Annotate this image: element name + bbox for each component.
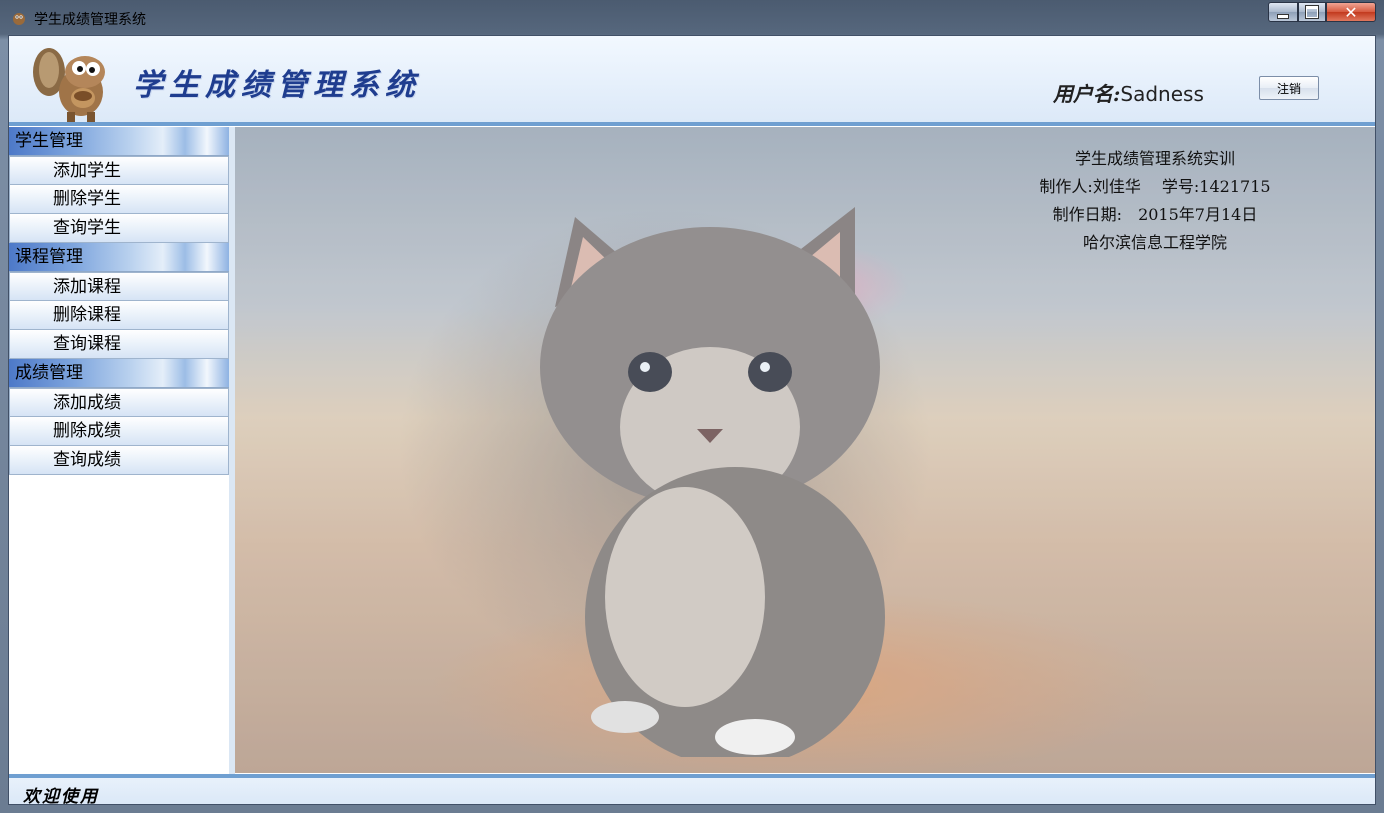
kitten-background-image <box>540 207 885 757</box>
nav-group-score[interactable]: 成绩管理 <box>9 359 229 388</box>
nav-item-delete-student[interactable]: 删除学生 <box>9 185 229 214</box>
nav-item-add-score[interactable]: 添加成绩 <box>9 388 229 417</box>
minimize-button[interactable] <box>1268 2 1298 22</box>
squirrel-icon <box>13 13 25 25</box>
info-date: 制作日期: 2015年7月14日 <box>1052 205 1258 224</box>
nav-group-student[interactable]: 学生管理 <box>9 127 229 156</box>
minimize-icon <box>1277 13 1289 19</box>
info-school: 哈尔滨信息工程学院 <box>1082 233 1227 252</box>
info-author: 制作人:刘佳华 学号:1421715 <box>1039 177 1271 196</box>
sidebar-nav: 学生管理 添加学生 删除学生 查询学生 课程管理 添加课程 删除课程 查询课程 … <box>9 127 235 776</box>
status-text: 欢迎使用 <box>23 787 99 807</box>
nav-group-score-items: 添加成绩 删除成绩 查询成绩 <box>9 388 229 475</box>
client-area: 学生成绩管理系统 用户名:Sadness 注销 学生管理 添加学生 删除学生 查… <box>8 35 1376 807</box>
nav-item-query-score[interactable]: 查询成绩 <box>9 446 229 475</box>
logout-button[interactable]: 注销 <box>1259 76 1319 100</box>
main-content: 学生成绩管理系统实训 制作人:刘佳华 学号:1421715 制作日期: 2015… <box>235 127 1375 773</box>
nav-item-add-student[interactable]: 添加学生 <box>9 156 229 185</box>
close-button[interactable]: ✕ <box>1326 2 1376 22</box>
nav-item-query-course[interactable]: 查询课程 <box>9 330 229 359</box>
app-logo-title: 学生成绩管理系统 <box>133 68 421 103</box>
nav-item-delete-course[interactable]: 删除课程 <box>9 301 229 330</box>
nav-item-query-student[interactable]: 查询学生 <box>9 214 229 243</box>
user-name: Sadness <box>1120 82 1204 106</box>
project-info: 学生成绩管理系统实训 制作人:刘佳华 学号:1421715 制作日期: 2015… <box>995 145 1315 257</box>
squirrel-mascot-image <box>33 48 105 122</box>
info-course-title: 学生成绩管理系统实训 <box>1074 149 1235 168</box>
status-bar: 欢迎使用 <box>9 774 1375 807</box>
nav-group-course-items: 添加课程 删除课程 查询课程 <box>9 272 229 359</box>
caption-buttons: ✕ <box>1268 2 1376 24</box>
nav-item-delete-score[interactable]: 删除成绩 <box>9 417 229 446</box>
user-info: 用户名:Sadness <box>1053 78 1204 107</box>
user-label: 用户名: <box>1053 82 1121 106</box>
close-icon: ✕ <box>1344 2 1358 22</box>
title-bar[interactable]: 学生成绩管理系统 ✕ <box>0 0 1384 34</box>
nav-item-add-course[interactable]: 添加课程 <box>9 272 229 301</box>
nav-group-student-items: 添加学生 删除学生 查询学生 <box>9 156 229 243</box>
nav-group-course[interactable]: 课程管理 <box>9 243 229 272</box>
maximize-button[interactable] <box>1298 2 1326 22</box>
maximize-icon <box>1306 6 1318 18</box>
app-header: 学生成绩管理系统 用户名:Sadness 注销 <box>9 36 1375 126</box>
app-window: 学生成绩管理系统 ✕ 学生成绩管理系统 用户名:Sadness 注销 学生管理 … <box>0 0 1384 813</box>
window-title: 学生成绩管理系统 <box>34 12 146 28</box>
